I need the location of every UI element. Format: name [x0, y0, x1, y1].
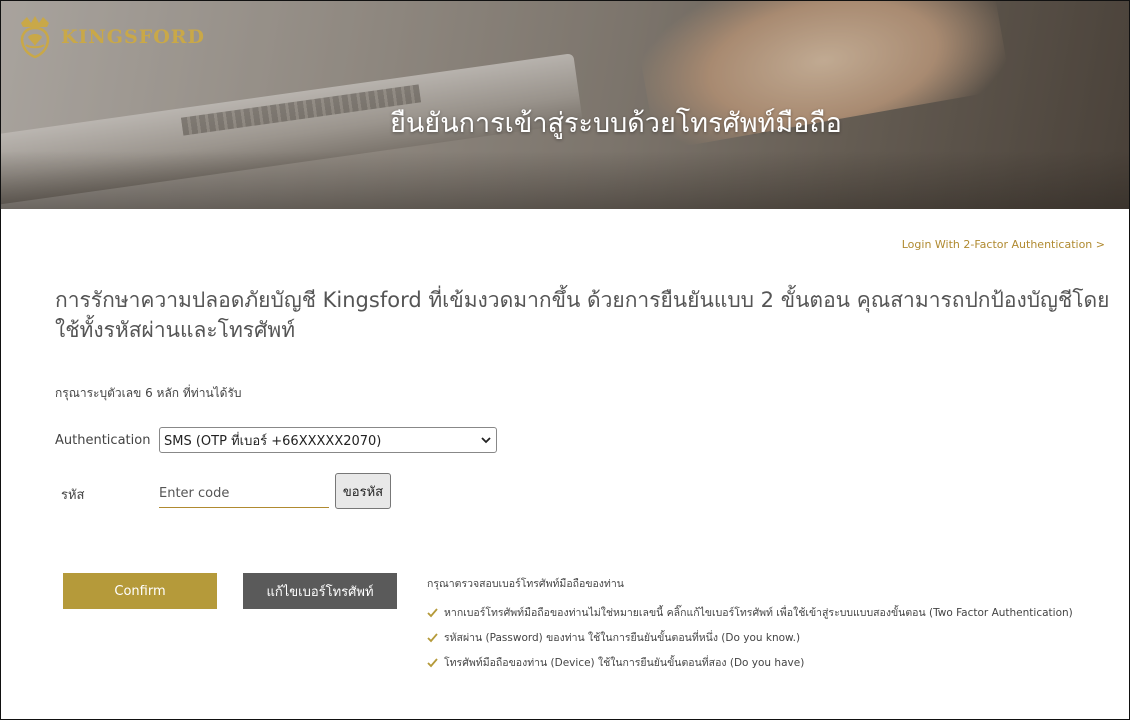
note-item: รหัสผ่าน (Password) ของท่าน ใช้ในการยืนย…: [427, 629, 1073, 646]
checkmark-icon: [427, 633, 438, 643]
page-headline: การรักษาความปลอดภัยบัญชี Kingsford ที่เข…: [55, 288, 1110, 342]
note-text: รหัสผ่าน (Password) ของท่าน ใช้ในการยืนย…: [444, 632, 801, 644]
chevron-down-icon: [481, 437, 491, 444]
code-input[interactable]: [159, 479, 329, 508]
request-code-button[interactable]: ขอรหัส: [335, 473, 391, 509]
note-item: โทรศัพท์มือถือของท่าน (Device) ใช้ในการย…: [427, 654, 1073, 671]
banner-title: ยืนยันการเข้าสู่ระบบด้วยโทรศัพท์มือถือ: [390, 108, 842, 139]
lion-crest-icon: [20, 16, 50, 59]
notes-panel: กรุณาตรวจสอบเบอร์โทรศัพท์มือถือของท่าน ห…: [427, 575, 1073, 679]
checkmark-icon: [427, 658, 438, 668]
note-text: โทรศัพท์มือถือของท่าน (Device) ใช้ในการย…: [444, 657, 805, 669]
checkmark-icon: [427, 608, 438, 618]
code-label: รหัส: [61, 488, 85, 503]
note-text: หากเบอร์โทรศัพท์มือถือของท่านไม่ใช่หมายเ…: [444, 607, 1073, 619]
auth-label: Authentication: [55, 433, 151, 448]
login-2fa-link[interactable]: Login With 2-Factor Authentication >: [902, 238, 1105, 251]
auth-selected-value: SMS (OTP ที่เบอร์ +66XXXXX2070): [164, 433, 382, 449]
note-item: หากเบอร์โทรศัพท์มือถือของท่านไม่ใช่หมายเ…: [427, 604, 1073, 621]
banner-shade: [1, 151, 1129, 209]
brand-logo[interactable]: KINGSFORD: [15, 15, 205, 59]
page-frame: KINGSFORD ยืนยันการเข้าสู่ระบบด้วยโทรศัพ…: [0, 0, 1130, 720]
code-hint: กรุณาระบุตัวเลข 6 หลัก ที่ท่านได้รับ: [55, 386, 242, 400]
auth-method-select[interactable]: SMS (OTP ที่เบอร์ +66XXXXX2070): [159, 427, 497, 453]
notes-title: กรุณาตรวจสอบเบอร์โทรศัพท์มือถือของท่าน: [427, 578, 624, 590]
header-banner: KINGSFORD ยืนยันการเข้าสู่ระบบด้วยโทรศัพ…: [1, 1, 1129, 209]
confirm-button[interactable]: Confirm: [63, 573, 217, 609]
edit-phone-button[interactable]: แก้ไขเบอร์โทรศัพท์: [243, 573, 397, 609]
brand-name: KINGSFORD: [61, 26, 206, 48]
